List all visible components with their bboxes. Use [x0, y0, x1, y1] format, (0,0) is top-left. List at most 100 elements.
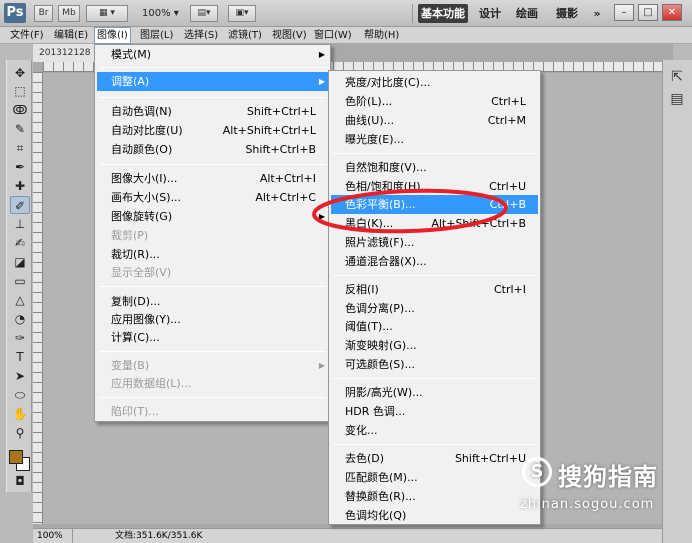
- menu-layer[interactable]: 图层(L): [138, 27, 175, 44]
- minimize-button[interactable]: –: [614, 4, 634, 21]
- image-menu-item[interactable]: 自动色调(N) Shift+Ctrl+L: [97, 102, 328, 121]
- menu-filter[interactable]: 滤镜(T): [226, 27, 264, 44]
- image-menu-item[interactable]: 自动颜色(O) Shift+Ctrl+B: [97, 140, 328, 159]
- dodge-tool[interactable]: ◔: [10, 310, 30, 328]
- menu-separator: [99, 164, 326, 165]
- menu-item-label: 图像大小(I)...: [111, 172, 178, 185]
- image-menu-item[interactable]: 自动对比度(U) Alt+Shift+Ctrl+L: [97, 121, 328, 140]
- dodge-icon: ◔: [14, 312, 26, 326]
- menu-item-label: 曲线(U)...: [345, 114, 395, 127]
- adjust-menu-item[interactable]: 反相(I) Ctrl+I: [331, 280, 538, 299]
- path-selection-tool[interactable]: ➤: [10, 367, 30, 385]
- menu-window[interactable]: 窗口(W): [312, 27, 354, 44]
- maximize-button[interactable]: □: [638, 4, 658, 21]
- adjust-menu-item[interactable]: 亮度/对比度(C)...: [331, 73, 538, 92]
- adjust-menu-item[interactable]: 渐变映射(G)...: [331, 336, 538, 355]
- workspace-painting[interactable]: 绘画: [512, 4, 542, 23]
- arrow-icon: ➤: [14, 369, 26, 383]
- adjust-menu-item[interactable]: 阴影/高光(W)...: [331, 383, 538, 402]
- close-window-button[interactable]: ✕: [662, 4, 682, 21]
- navigator-panel-button[interactable]: ⇱: [668, 68, 686, 86]
- hand-tool[interactable]: ✋: [10, 405, 30, 423]
- adjust-menu-item[interactable]: 曝光度(E)...: [331, 130, 538, 149]
- quick-selection-tool[interactable]: ✎: [10, 120, 30, 138]
- adjust-menu-item[interactable]: 色阶(L)... Ctrl+L: [331, 92, 538, 111]
- adjust-menu-item[interactable]: 照片滤镜(F)...: [331, 233, 538, 252]
- adjust-menu-item[interactable]: 色相/饱和度(H)... Ctrl+U: [331, 177, 538, 196]
- menu-select[interactable]: 选择(S): [182, 27, 220, 44]
- adjust-menu-item[interactable]: 色调均化(Q): [331, 506, 538, 525]
- adjust-menu-item[interactable]: 去色(D) Shift+Ctrl+U: [331, 449, 538, 468]
- image-menu-item[interactable]: 图像大小(I)... Alt+Ctrl+I: [97, 169, 328, 188]
- menu-item-shortcut: Alt+Shift+Ctrl+L: [222, 124, 316, 137]
- menu-image[interactable]: 图像(I): [94, 27, 131, 44]
- quick-mask-button[interactable]: ◘: [10, 472, 30, 490]
- adjust-menu-item[interactable]: HDR 色调...: [331, 402, 538, 421]
- menu-item-shortcut: Ctrl+L: [491, 95, 526, 108]
- foreground-color-swatch[interactable]: [9, 450, 23, 464]
- workspace-design[interactable]: 设计: [475, 4, 505, 23]
- image-menu-item[interactable]: 图像旋转(G) ▶: [97, 207, 328, 226]
- gradient-icon: ▭: [14, 274, 26, 288]
- status-zoom[interactable]: 100%: [33, 529, 73, 543]
- workspace-essentials[interactable]: 基本功能: [418, 4, 468, 23]
- adjust-menu-item[interactable]: 可选颜色(S)...: [331, 355, 538, 374]
- more-workspaces-button[interactable]: »: [588, 4, 606, 23]
- menu-separator: [99, 97, 326, 98]
- image-menu-item[interactable]: 画布大小(S)... Alt+Ctrl+C: [97, 188, 328, 207]
- adjust-menu-item[interactable]: 通道混合器(X)...: [331, 252, 538, 271]
- menu-file[interactable]: 文件(F): [8, 27, 46, 44]
- spot-healing-tool[interactable]: ✚: [10, 177, 30, 195]
- image-menu-item[interactable]: 裁切(R)...: [97, 245, 328, 264]
- image-menu-item[interactable]: 调整(A) ▶: [97, 72, 328, 91]
- adjust-menu-item[interactable]: 替换颜色(R)...: [331, 487, 538, 506]
- image-menu-item[interactable]: 应用图像(Y)...: [97, 310, 328, 329]
- menu-edit[interactable]: 编辑(E): [52, 27, 90, 44]
- brush-tool[interactable]: ✐: [10, 196, 30, 214]
- zoom-level-dropdown[interactable]: 100% ▾: [142, 5, 179, 22]
- document-tab[interactable]: 201312128: [33, 44, 95, 62]
- clone-stamp-tool[interactable]: ⊥: [10, 215, 30, 233]
- screen-mode-button[interactable]: ▣▾: [228, 5, 256, 22]
- lasso-tool[interactable]: ↂ: [10, 101, 30, 119]
- submenu-arrow-icon: ▶: [318, 212, 325, 221]
- zoom-level-value: 100%: [142, 8, 171, 19]
- history-brush-tool[interactable]: ✍: [10, 234, 30, 252]
- gradient-tool[interactable]: ▭: [10, 272, 30, 290]
- workspace-photography[interactable]: 摄影: [552, 4, 582, 23]
- menu-help[interactable]: 帮助(H): [362, 27, 401, 44]
- view-extras-button[interactable]: ▦ ▾: [86, 5, 128, 22]
- adjust-menu-item[interactable]: 阈值(T)...: [331, 317, 538, 336]
- adjust-menu-item[interactable]: 变化...: [331, 421, 538, 440]
- adjust-menu-item[interactable]: 曲线(U)... Ctrl+M: [331, 111, 538, 130]
- menu-separator: [333, 378, 536, 379]
- adjustments-panel-button[interactable]: ▤: [668, 90, 686, 108]
- adjust-menu-item[interactable]: 色彩平衡(B)... Ctrl+B: [331, 195, 538, 214]
- menu-view[interactable]: 视图(V): [270, 27, 309, 44]
- adjust-menu-item[interactable]: 匹配颜色(M)...: [331, 468, 538, 487]
- pen-tool[interactable]: ✑: [10, 329, 30, 347]
- document-size[interactable]: 文档:351.6K/351.6K: [115, 529, 202, 543]
- menu-item-label: 调整(A): [111, 75, 150, 88]
- zoom-tool[interactable]: ⚲: [10, 424, 30, 442]
- launch-mini-bridge-button[interactable]: Mb: [58, 5, 80, 22]
- adjust-menu-item[interactable]: 黑白(K)... Alt+Shift+Ctrl+B: [331, 214, 538, 233]
- image-menu-item[interactable]: 复制(D)...: [97, 292, 328, 311]
- move-tool[interactable]: ✥: [10, 64, 30, 82]
- vertical-ruler[interactable]: [33, 72, 43, 524]
- blur-tool[interactable]: △: [10, 291, 30, 309]
- eyedropper-tool[interactable]: ✒: [10, 158, 30, 176]
- shape-tool[interactable]: ⬭: [10, 386, 30, 404]
- adjust-menu-item[interactable]: 色调分离(P)...: [331, 299, 538, 318]
- arrange-documents-button[interactable]: ▤▾: [190, 5, 218, 22]
- eyedropper-icon: ✒: [14, 160, 26, 174]
- crop-tool[interactable]: ⌗: [10, 139, 30, 157]
- type-tool[interactable]: T: [10, 348, 30, 366]
- image-menu-item[interactable]: 计算(C)...: [97, 328, 328, 347]
- marquee-tool[interactable]: ⬚: [10, 82, 30, 100]
- launch-bridge-button[interactable]: Br: [34, 5, 53, 22]
- image-menu-item[interactable]: 模式(M) ▶: [97, 45, 328, 64]
- adjust-menu-item[interactable]: 自然饱和度(V)...: [331, 158, 538, 177]
- eraser-tool[interactable]: ◪: [10, 253, 30, 271]
- menu-item-shortcut: Ctrl+M: [487, 114, 526, 127]
